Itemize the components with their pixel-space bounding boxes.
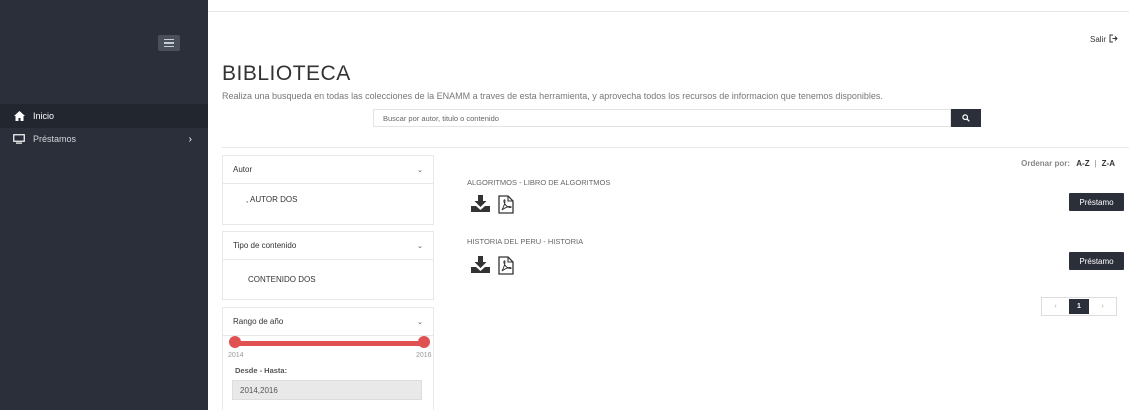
home-icon [13,110,25,122]
prestamo-button[interactable]: Préstamo [1069,252,1124,270]
sort-label: Ordenar por: [1021,159,1071,168]
filter-rango: Rango de año ⌄ 2014 2016 Desde - Hasta: … [222,307,434,410]
hamburger-icon[interactable] [158,35,180,51]
sidebar-item-inicio[interactable]: Inicio [0,104,208,128]
page-subtitle: Realiza una busqueda en todas las colecc… [222,91,883,101]
result-title[interactable]: HISTORIA DEL PERU - HISTORIA [467,237,583,246]
slider-handle-max[interactable] [418,336,430,348]
search-icon [962,109,970,127]
filter-autor: Autor ⌄ , AUTOR DOS [222,155,434,225]
chevron-down-icon: ⌄ [417,318,423,326]
filter-autor-option[interactable]: , AUTOR DOS [246,195,297,204]
result-title[interactable]: ALGORITMOS - LIBRO DE ALGORITMOS [467,178,610,187]
pagination-next[interactable]: › [1089,298,1116,315]
filter-autor-body: , AUTOR DOS [223,184,433,204]
pagination-prev[interactable]: ‹ [1042,298,1069,315]
slider-max-label: 2016 [416,352,432,359]
search-input[interactable] [373,109,951,127]
year-range-slider[interactable] [230,341,424,346]
result-actions [471,256,514,280]
search-button[interactable] [951,109,981,127]
download-icon[interactable] [471,256,490,280]
chevron-right-icon: › [188,134,192,145]
range-label: Desde - Hasta: [235,366,288,375]
filter-tipo-body: CONTENIDO DOS [223,260,433,284]
filter-tipo: Tipo de contenido ⌄ CONTENIDO DOS [222,231,434,300]
monitor-icon [13,133,25,145]
logout-label: Salir [1089,35,1106,44]
filter-tipo-header[interactable]: Tipo de contenido ⌄ [223,232,433,260]
chevron-down-icon: ⌄ [417,166,423,174]
top-divider [208,11,1129,12]
download-icon[interactable] [471,195,490,219]
sort-az-link[interactable]: A-Z [1076,159,1089,168]
slider-min-label: 2014 [228,352,244,359]
pagination: ‹ 1 › [1041,297,1117,316]
sidebar-item-prestamos[interactable]: Préstamos › [0,128,208,150]
sidebar-item-label: Préstamos [33,134,77,144]
sort-za-link[interactable]: Z-A [1102,159,1115,168]
pdf-icon[interactable] [498,195,514,219]
filter-rango-label: Rango de año [233,317,284,326]
result-actions [471,195,514,219]
sort-separator: | [1094,159,1097,168]
pagination-current-page[interactable]: 1 [1069,299,1089,314]
chevron-down-icon: ⌄ [417,242,423,250]
filter-tipo-label: Tipo de contenido [233,241,297,250]
filter-autor-label: Autor [233,165,253,174]
slider-handle-min[interactable] [229,336,241,348]
logout-link[interactable]: Salir [1090,34,1118,45]
sidebar-item-label: Inicio [33,111,55,121]
sort-control: Ordenar por: A-Z | Z-A [1021,159,1115,168]
filter-autor-header[interactable]: Autor ⌄ [223,156,433,184]
filter-tipo-option[interactable]: CONTENIDO DOS [248,275,316,284]
logout-icon [1109,34,1118,45]
pdf-icon[interactable] [498,256,514,280]
range-value-field: 2014,2016 [232,380,422,400]
sidebar: Inicio Préstamos › [0,0,208,410]
content-divider [222,147,1129,148]
prestamo-button[interactable]: Préstamo [1069,193,1124,211]
filter-rango-header[interactable]: Rango de año ⌄ [223,308,433,336]
page-title: BIBLIOTECA [222,62,351,85]
